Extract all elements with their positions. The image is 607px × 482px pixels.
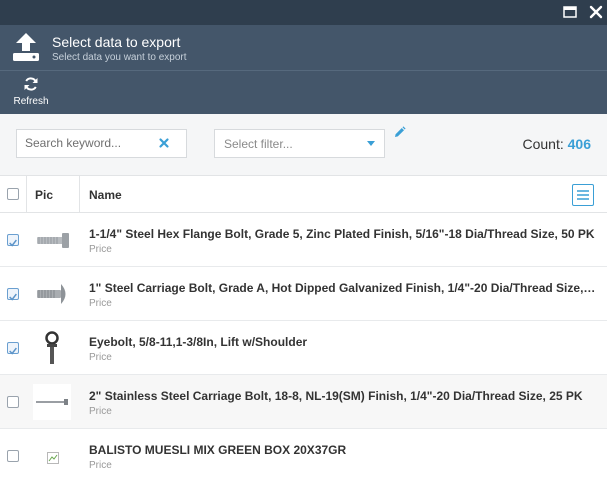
table-row[interactable]: BALISTO MUESLI MIX GREEN BOX 20X37GR Pri… [0, 429, 607, 482]
carriage-bolt-image [37, 284, 66, 304]
eyebolt-image [45, 331, 59, 364]
maximize-icon[interactable] [562, 4, 578, 20]
row-checkbox[interactable] [7, 450, 19, 462]
row-price-label: Price [89, 352, 112, 363]
checkmark-icon [9, 347, 17, 355]
table-row[interactable]: 2" Stainless Steel Carriage Bolt, 18-8, … [0, 375, 607, 429]
broken-image-icon [47, 452, 59, 464]
count-value: 406 [567, 136, 591, 152]
chevron-down-icon [367, 141, 375, 146]
count-label: Count: [522, 136, 564, 152]
checkmark-icon [9, 293, 17, 301]
row-price-label: Price [89, 406, 112, 417]
hex-bolt-image [37, 233, 69, 248]
dialog-title: Select data to export [52, 34, 181, 50]
menu-icon [577, 190, 589, 200]
row-name: BALISTO MUESLI MIX GREEN BOX 20X37GR [89, 443, 347, 457]
filter-bar: Select filter... Count: 406 [0, 114, 607, 176]
row-name: 1" Steel Carriage Bolt, Grade A, Hot Dip… [89, 281, 597, 295]
row-name: Eyebolt, 5/8-11,1-3/8In, Lift w/Shoulder [89, 335, 308, 349]
row-checkbox[interactable] [7, 234, 19, 247]
filter-select[interactable]: Select filter... [214, 129, 385, 158]
row-checkbox[interactable] [7, 396, 19, 408]
edit-filter-icon[interactable] [393, 126, 406, 139]
dialog-subtitle: Select data you want to export [52, 52, 187, 63]
table-row[interactable]: 1" Steel Carriage Bolt, Grade A, Hot Dip… [0, 267, 607, 321]
row-price-label: Price [89, 460, 112, 471]
select-all-checkbox[interactable] [7, 188, 19, 200]
row-name: 1-1/4" Steel Hex Flange Bolt, Grade 5, Z… [89, 227, 595, 241]
table-row[interactable]: 1-1/4" Steel Hex Flange Bolt, Grade 5, Z… [0, 213, 607, 267]
upload-icon [13, 33, 39, 61]
row-price-label: Price [89, 298, 112, 309]
column-chooser-button[interactable] [572, 184, 594, 206]
search-input[interactable] [25, 136, 153, 150]
column-header-name[interactable]: Name [89, 188, 122, 202]
row-price-label: Price [89, 244, 112, 255]
refresh-button[interactable]: Refresh [9, 76, 53, 110]
search-box [16, 129, 187, 158]
window-titlebar [0, 0, 607, 25]
refresh-label: Refresh [13, 96, 49, 107]
table-header: Pic Name [0, 176, 607, 213]
row-checkbox[interactable] [7, 342, 19, 355]
table-row[interactable]: Eyebolt, 5/8-11,1-3/8In, Lift w/Shoulder… [0, 321, 607, 375]
column-header-pic[interactable]: Pic [35, 188, 53, 202]
row-checkbox[interactable] [7, 288, 19, 301]
dialog-header: Select data to export Select data you wa… [0, 25, 607, 70]
toolbar: Refresh [0, 70, 607, 114]
header-pic-cell: Pic [27, 176, 80, 213]
checkmark-icon [9, 239, 17, 247]
filter-placeholder: Select filter... [224, 137, 293, 151]
long-bolt-image [33, 384, 71, 420]
clear-search-icon[interactable] [158, 137, 170, 149]
header-check-cell [0, 176, 27, 213]
record-count: Count: 406 [523, 136, 592, 152]
refresh-icon [24, 77, 38, 91]
close-icon[interactable] [588, 4, 604, 20]
row-name: 2" Stainless Steel Carriage Bolt, 18-8, … [89, 389, 583, 403]
